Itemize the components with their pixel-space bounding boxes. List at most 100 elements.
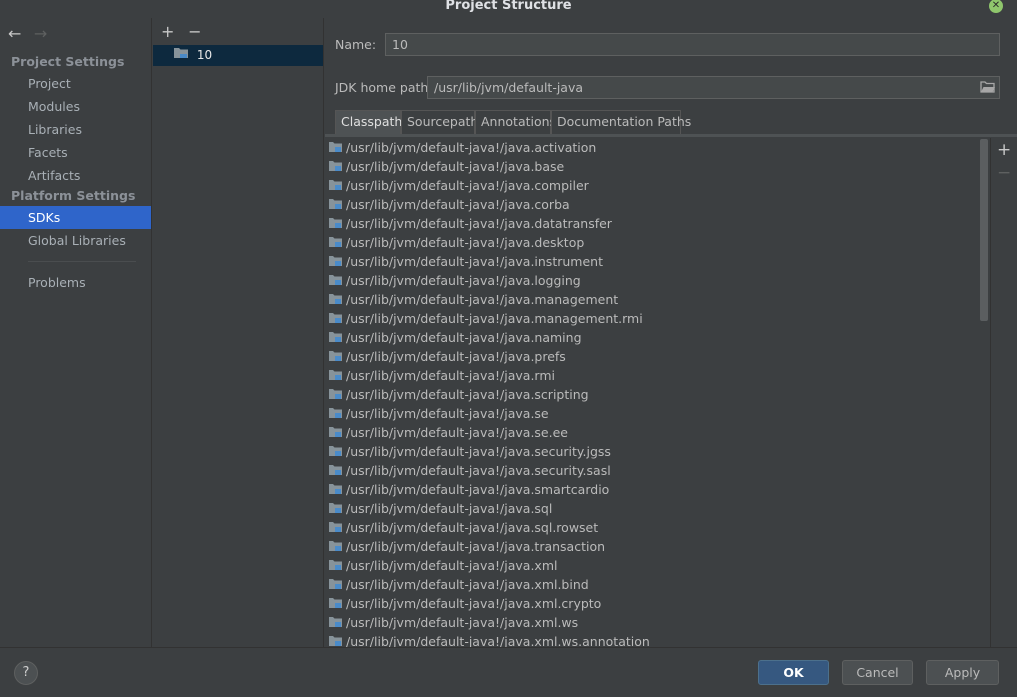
classpath-row[interactable]: /usr/lib/jvm/default-java!/java.scriptin… [325, 385, 589, 404]
tab-sourcepath[interactable]: Sourcepath [401, 110, 478, 134]
classpath-entry-label: /usr/lib/jvm/default-java!/java.corba [346, 197, 570, 212]
project-settings-title: Project Settings [11, 54, 125, 69]
add-path-icon[interactable]: + [997, 140, 1011, 160]
module-folder-icon [328, 329, 343, 348]
classpath-entry-label: /usr/lib/jvm/default-java!/java.rmi [346, 368, 555, 383]
jdk-home-path-field[interactable]: /usr/lib/jvm/default-java [427, 76, 1000, 99]
classpath-row[interactable]: /usr/lib/jvm/default-java!/java.logging [325, 271, 581, 290]
classpath-entry-label: /usr/lib/jvm/default-java!/java.manageme… [346, 311, 643, 326]
classpath-row[interactable]: /usr/lib/jvm/default-java!/java.sql.rows… [325, 518, 598, 537]
history-nav: ← → [8, 24, 56, 43]
classpath-row[interactable]: /usr/lib/jvm/default-java!/java.compiler [325, 176, 589, 195]
classpath-entry-label: /usr/lib/jvm/default-java!/java.logging [346, 273, 581, 288]
classpath-row[interactable]: /usr/lib/jvm/default-java!/java.security… [325, 442, 611, 461]
module-folder-icon [328, 633, 343, 647]
sdk-item[interactable]: 10 [153, 45, 323, 66]
module-folder-icon [328, 196, 343, 215]
classpath-row[interactable]: /usr/lib/jvm/default-java!/java.xml.ws [325, 613, 578, 632]
classpath-entry-label: /usr/lib/jvm/default-java!/java.security… [346, 463, 611, 478]
classpath-row[interactable]: /usr/lib/jvm/default-java!/java.se.ee [325, 423, 568, 442]
nav-item-project[interactable]: Project [0, 72, 151, 95]
back-arrow-icon[interactable]: ← [8, 24, 30, 43]
classpath-row[interactable]: /usr/lib/jvm/default-java!/java.base [325, 157, 564, 176]
nav-item-global-libraries[interactable]: Global Libraries [0, 229, 151, 252]
classpath-entry-label: /usr/lib/jvm/default-java!/java.datatran… [346, 216, 612, 231]
title-bar: Project Structure ✕ [0, 0, 1017, 14]
settings-nav: ← → Project Settings Project Modules Lib… [0, 18, 152, 647]
module-folder-icon [328, 405, 343, 424]
classpath-entry-label: /usr/lib/jvm/default-java!/java.base [346, 159, 565, 174]
classpath-entry-label: /usr/lib/jvm/default-java!/java.compiler [346, 178, 589, 193]
classpath-row[interactable]: /usr/lib/jvm/default-java!/java.se [325, 404, 549, 423]
classpath-row[interactable]: /usr/lib/jvm/default-java!/java.corba [325, 195, 570, 214]
module-folder-icon [328, 538, 343, 557]
classpath-row[interactable]: /usr/lib/jvm/default-java!/java.xml.cryp… [325, 594, 601, 613]
classpath-entry-label: /usr/lib/jvm/default-java!/java.xml [346, 558, 558, 573]
cancel-button[interactable]: Cancel [842, 660, 913, 685]
vertical-scrollbar[interactable] [980, 139, 988, 321]
module-folder-icon [328, 500, 343, 519]
classpath-toolbar: + − [990, 138, 1017, 647]
browse-folder-icon[interactable] [980, 81, 995, 96]
classpath-row[interactable]: /usr/lib/jvm/default-java!/java.instrume… [325, 252, 603, 271]
remove-path-icon: − [997, 163, 1012, 183]
module-folder-icon [328, 234, 343, 253]
classpath-row[interactable]: /usr/lib/jvm/default-java!/java.manageme… [325, 290, 618, 309]
name-field[interactable]: 10 [385, 33, 1000, 56]
nav-item-libraries[interactable]: Libraries [0, 118, 151, 141]
window-title: Project Structure [445, 0, 572, 13]
jdk-home-label: JDK home path: [335, 80, 433, 95]
module-folder-icon [328, 576, 343, 595]
classpath-entry-label: /usr/lib/jvm/default-java!/java.xml.bind [346, 577, 589, 592]
remove-sdk-icon[interactable]: − [188, 22, 210, 41]
classpath-row[interactable]: /usr/lib/jvm/default-java!/java.naming [325, 328, 582, 347]
classpath-entry-label: /usr/lib/jvm/default-java!/java.instrume… [346, 254, 603, 269]
tab-annotations[interactable]: Annotations [475, 110, 556, 134]
sdk-details: Name: 10 JDK home path: /usr/lib/jvm/def… [325, 18, 1017, 647]
classpath-row[interactable]: /usr/lib/jvm/default-java!/java.datatran… [325, 214, 612, 233]
classpath-list[interactable]: /usr/lib/jvm/default-java!/java.activati… [325, 137, 989, 647]
tab-documentation-paths[interactable]: Documentation Paths [551, 110, 691, 134]
help-icon[interactable]: ? [14, 661, 38, 685]
classpath-row[interactable]: /usr/lib/jvm/default-java!/java.smartcar… [325, 480, 609, 499]
classpath-row[interactable]: /usr/lib/jvm/default-java!/java.sql [325, 499, 552, 518]
jdk-home-path-value: /usr/lib/jvm/default-java [434, 80, 584, 95]
module-folder-icon [328, 424, 343, 443]
classpath-entry-label: /usr/lib/jvm/default-java!/java.activati… [346, 140, 597, 155]
classpath-row[interactable]: /usr/lib/jvm/default-java!/java.manageme… [325, 309, 643, 328]
apply-button[interactable]: Apply [926, 660, 999, 685]
classpath-row[interactable]: /usr/lib/jvm/default-java!/java.xml.ws.a… [325, 632, 650, 647]
tab-classpath[interactable]: Classpath [335, 110, 402, 134]
classpath-row[interactable]: /usr/lib/jvm/default-java!/java.activati… [325, 138, 596, 157]
classpath-row[interactable]: /usr/lib/jvm/default-java!/java.xml.bind [325, 575, 589, 594]
classpath-entry-label: /usr/lib/jvm/default-java!/java.xml.ws [346, 615, 579, 630]
module-folder-icon [328, 443, 343, 462]
nav-item-modules[interactable]: Modules [0, 95, 151, 118]
module-folder-icon [328, 367, 343, 386]
module-folder-icon [328, 253, 343, 272]
classpath-entry-label: /usr/lib/jvm/default-java!/java.manageme… [346, 292, 619, 307]
classpath-row[interactable]: /usr/lib/jvm/default-java!/java.rmi [325, 366, 555, 385]
module-folder-icon [328, 177, 343, 196]
classpath-row[interactable]: /usr/lib/jvm/default-java!/java.xml [325, 556, 557, 575]
module-folder-icon [328, 595, 343, 614]
nav-item-facets[interactable]: Facets [0, 141, 151, 164]
classpath-entry-label: /usr/lib/jvm/default-java!/java.se [346, 406, 549, 421]
classpath-entry-label: /usr/lib/jvm/default-java!/java.prefs [346, 349, 566, 364]
nav-item-sdks[interactable]: SDKs [0, 206, 151, 229]
module-folder-icon [328, 158, 343, 177]
classpath-entry-label: /usr/lib/jvm/default-java!/java.xml.ws.a… [346, 634, 650, 647]
classpath-row[interactable]: /usr/lib/jvm/default-java!/java.security… [325, 461, 611, 480]
nav-item-problems[interactable]: Problems [0, 271, 151, 294]
classpath-entry-label: /usr/lib/jvm/default-java!/java.naming [346, 330, 582, 345]
nav-item-artifacts[interactable]: Artifacts [0, 164, 151, 187]
classpath-row[interactable]: /usr/lib/jvm/default-java!/java.transact… [325, 537, 605, 556]
classpath-row[interactable]: /usr/lib/jvm/default-java!/java.prefs [325, 347, 566, 366]
ok-button[interactable]: OK [758, 660, 829, 685]
classpath-entry-label: /usr/lib/jvm/default-java!/java.smartcar… [346, 482, 610, 497]
module-folder-icon [328, 291, 343, 310]
sdk-item-label: 10 [196, 48, 213, 62]
classpath-entry-label: /usr/lib/jvm/default-java!/java.sql.rows… [346, 520, 599, 535]
add-sdk-icon[interactable]: + [161, 22, 183, 41]
classpath-row[interactable]: /usr/lib/jvm/default-java!/java.desktop [325, 233, 584, 252]
